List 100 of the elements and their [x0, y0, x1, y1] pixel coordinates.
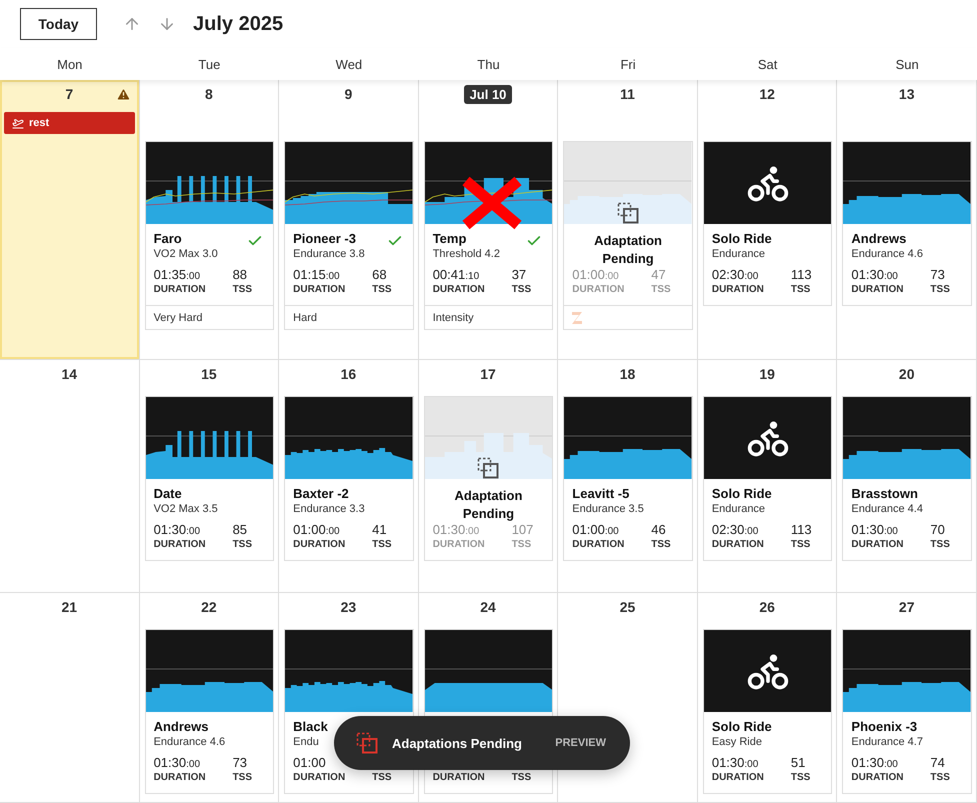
workout-title: Solo Ride	[712, 719, 772, 735]
workout-card[interactable]: Pioneer -3 Endurance 3.8 01:15:00 68 DURATION TSS Hard	[284, 141, 414, 330]
workout-card[interactable]: Brasstown Endurance 4.4 01:30:00 70 DURATION TSS	[842, 396, 972, 561]
adaptation-pending-label: Adaptation Pending	[593, 232, 663, 268]
day-number: 24	[480, 599, 496, 615]
workout-type: Threshold 4.2	[432, 247, 500, 262]
tss-value: 37	[512, 267, 526, 283]
workout-title: Solo Ride	[712, 231, 772, 247]
workout-title: Black	[293, 719, 328, 735]
plane-takeoff-icon	[12, 117, 24, 129]
duration-value: 01:35:00	[154, 267, 200, 283]
tss-label: TSS	[512, 538, 532, 551]
adaptation-pending-label: Adaptation Pending	[454, 487, 524, 523]
day-number: 16	[340, 366, 356, 382]
workout-title: Phoenix -3	[851, 719, 918, 735]
workout-card[interactable]: Adaptation Pending 01:30:00 107 DURATION TSS	[424, 396, 554, 561]
duration-label: DURATION	[432, 538, 485, 551]
day-number: 27	[898, 599, 914, 615]
day-cell[interactable]: 15 Date VO2 Max 3.5 01:30:00 85 DURATION TSS	[140, 360, 280, 592]
tss-value: 113	[790, 522, 812, 538]
tss-label: TSS	[232, 283, 252, 296]
workout-type: Endurance 3.3	[293, 502, 365, 517]
workout-title: Date	[154, 486, 182, 502]
day-cell[interactable]: 8 Faro VO2 Max 3.0 01:35:00 88 DURATION TSS Very Hard	[140, 80, 280, 359]
duration-value: 01:30:00	[432, 522, 480, 538]
workout-card[interactable]: Date VO2 Max 3.5 01:30:00 85 DURATION TSS	[144, 396, 274, 561]
day-number: 25	[620, 599, 636, 615]
day-number: 8	[204, 86, 213, 102]
tss-value: 88	[232, 267, 248, 283]
weekday-label: Tue	[198, 56, 220, 72]
event-label: rest	[29, 117, 50, 129]
duration-label: DURATION	[293, 771, 346, 784]
tss-label: TSS	[232, 771, 252, 784]
tss-label: TSS	[930, 771, 950, 784]
day-number: 22	[201, 599, 217, 615]
workout-type: Endurance 4.6	[154, 735, 226, 750]
workout-title: Leavitt -5	[572, 486, 630, 502]
tss-value: 74	[930, 755, 945, 771]
down-arrow-icon[interactable]	[158, 15, 176, 33]
tss-label: TSS	[790, 283, 810, 296]
weekday-label: Wed	[336, 56, 362, 72]
duration-label: DURATION	[712, 283, 764, 296]
workout-card[interactable]: Solo Ride Easy Ride 01:30:00 51 DURATION TSS	[702, 629, 832, 794]
weekday-label: Thu	[477, 56, 500, 72]
intensity-label: Very Hard	[154, 312, 202, 324]
workout-card[interactable]: Leavitt -5 Endurance 3.5 01:00:00 46 DURATION TSS	[563, 396, 693, 561]
day-cell[interactable]: 22 Andrews Endurance 4.6 01:30:00 73 DURATION TSS	[140, 593, 280, 802]
duration-label: DURATION	[293, 538, 346, 551]
tss-value: 107	[512, 522, 534, 538]
workout-title: Solo Ride	[712, 486, 772, 502]
weekday-label: Sat	[758, 56, 778, 72]
workout-title: Temp	[432, 231, 466, 247]
duration-value: 01:00	[293, 755, 326, 771]
workout-card[interactable]: Temp Threshold 4.2 00:41:10 37 DURATION TSS Intensity	[424, 141, 554, 330]
tss-label: TSS	[651, 538, 671, 551]
duration-value: 01:30:00	[154, 755, 200, 771]
day-number: 12	[759, 86, 775, 102]
weekday-label: Fri	[620, 56, 636, 72]
tss-label: TSS	[512, 283, 532, 296]
day-cell[interactable]: Jul 10 Temp Threshold 4.2 00:41:10 37 DURATION TSS Intensity	[418, 80, 558, 359]
duration-label: DURATION	[851, 283, 904, 296]
tss-value: 70	[930, 522, 945, 538]
workout-type: Endu	[293, 735, 319, 750]
up-arrow-icon[interactable]	[123, 15, 141, 33]
tss-value: 85	[232, 522, 248, 538]
tss-label: TSS	[372, 283, 392, 296]
workout-card[interactable]: Adaptation Pending 01:00:00 47 DURATION TSS	[563, 141, 693, 330]
rest-event[interactable]: rest	[4, 112, 135, 134]
day-cell[interactable]: 7 rest	[0, 80, 140, 359]
workout-card[interactable]: Solo Ride Endurance 02:30:00 113 DURATION TSS	[702, 141, 832, 306]
workout-card[interactable]: Faro VO2 Max 3.0 01:35:00 88 DURATION TSS Very Hard	[144, 141, 274, 330]
workout-card[interactable]: Phoenix -3 Endurance 4.7 01:30:00 74 DURATION TSS	[842, 629, 972, 794]
tss-value: 68	[372, 267, 387, 283]
workout-card[interactable]: Baxter -2 Endurance 3.3 01:00:00 41 DURATION TSS	[284, 396, 414, 561]
day-cell[interactable]: 17 Adaptation Pending 01:30:00 107 DURATION TSS	[418, 360, 558, 592]
duration-value: 01:00:00	[572, 267, 619, 283]
workout-type: Endurance 4.4	[851, 502, 923, 517]
pending-copy-icon	[617, 202, 640, 224]
duration-label: DURATION	[851, 771, 904, 784]
duration-label: DURATION	[432, 771, 485, 784]
workout-type: Endurance	[712, 247, 766, 262]
tss-value: 113	[790, 267, 812, 283]
duration-value: 02:30:00	[712, 267, 758, 283]
duration-value: 01:30:00	[851, 267, 898, 283]
workout-card[interactable]: Andrews Endurance 4.6 01:30:00 73 DURATION TSS	[842, 141, 972, 306]
workout-type: Endurance 3.8	[293, 247, 365, 262]
today-button[interactable]: Today	[20, 8, 97, 40]
day-number: 18	[620, 366, 636, 382]
tss-label: TSS	[930, 283, 950, 296]
duration-value: 01:15:00	[293, 267, 340, 283]
workout-card[interactable]: Solo Ride Endurance 02:30:00 113 DURATION TSS	[702, 396, 832, 561]
tss-label: TSS	[930, 538, 950, 551]
tss-label: TSS	[790, 771, 810, 784]
duration-label: DURATION	[432, 283, 485, 296]
workout-title: Brasstown	[851, 486, 918, 502]
tss-label: TSS	[372, 538, 392, 551]
duration-label: DURATION	[712, 538, 764, 551]
weekday-label: Sun	[896, 56, 919, 72]
workout-card[interactable]: Andrews Endurance 4.6 01:30:00 73 DURATION TSS	[144, 629, 274, 794]
workout-title: Faro	[154, 231, 182, 247]
